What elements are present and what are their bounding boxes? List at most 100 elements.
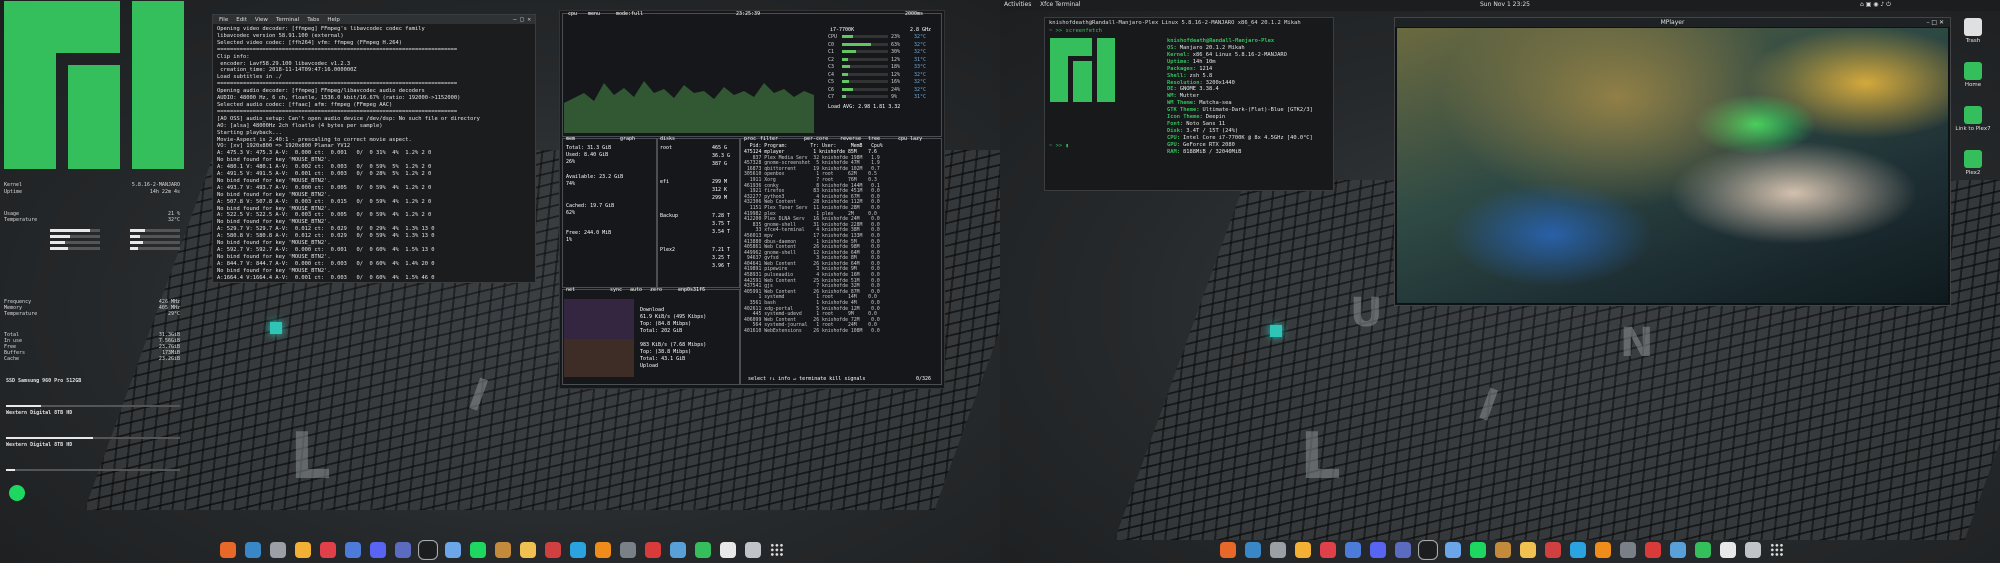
active-app-label[interactable]: Xfce Terminal bbox=[1040, 1, 1080, 8]
proc-cpu-lazy[interactable]: cpu lazy bbox=[898, 136, 922, 142]
dock-app-icon[interactable] bbox=[645, 542, 661, 558]
dock-app-icon[interactable] bbox=[1418, 540, 1438, 560]
desktop-icon[interactable]: Link to Plex7 bbox=[1953, 106, 1993, 132]
dock-app-icon[interactable] bbox=[720, 542, 736, 558]
dock-app-icon[interactable] bbox=[1745, 542, 1761, 558]
process-row[interactable]: 401610 WebExtensions 26 knishofde 108M 0… bbox=[744, 329, 880, 335]
process-row[interactable]: 475124 mplayer 1 knishofde 85M 7.6 bbox=[744, 150, 880, 156]
dock-app-icon[interactable] bbox=[1395, 542, 1411, 558]
dock-app-icon[interactable] bbox=[470, 542, 486, 558]
dock-app-icon[interactable] bbox=[695, 542, 711, 558]
dock-app-icon[interactable] bbox=[1595, 542, 1611, 558]
proc-filter[interactable]: filter bbox=[760, 136, 778, 142]
process-row[interactable]: 3561 bash 1 knishofde 4M 0.0 bbox=[744, 301, 880, 307]
process-row[interactable]: 1921 firefox 83 knishofde 451M 0.0 bbox=[744, 189, 880, 195]
dock-app-icon[interactable] bbox=[1670, 542, 1686, 558]
dock-app-icon[interactable] bbox=[1720, 542, 1736, 558]
desktop-icon[interactable]: Home bbox=[1953, 62, 1993, 88]
dock-app-icon[interactable] bbox=[1370, 542, 1386, 558]
mode-toggle[interactable]: mode:full bbox=[616, 11, 643, 17]
mplayer-terminal-window[interactable]: File Edit View Terminal Tabs Help Opening vid… bbox=[212, 14, 536, 283]
dock-app-icon[interactable] bbox=[1220, 542, 1236, 558]
process-row[interactable]: 456013 mpv 17 knishofde 133M 0.0 bbox=[744, 234, 880, 240]
proc-reverse[interactable]: reverse bbox=[840, 136, 861, 142]
dock-app-icon[interactable] bbox=[1520, 542, 1536, 558]
app-grid-icon[interactable] bbox=[770, 543, 784, 557]
dock-app-icon[interactable] bbox=[520, 542, 536, 558]
dock-app-icon[interactable] bbox=[220, 542, 236, 558]
process-row[interactable]: 445 systemd-udevd 1 root 9M 0.0 bbox=[744, 312, 880, 318]
dock-app-icon[interactable] bbox=[570, 542, 586, 558]
dock-app-icon[interactable] bbox=[1295, 542, 1311, 558]
menu-item-edit[interactable]: Edit bbox=[236, 17, 247, 23]
topbar-clock[interactable]: Sun Nov 1 23:25 bbox=[1480, 1, 1530, 8]
process-row[interactable]: 1151 Plex Tuner Serv 11 knishofde 28M 0.… bbox=[744, 206, 880, 212]
terminal-line: No bind found for key 'MOUSE_BTN2'. bbox=[217, 219, 331, 226]
dock-app-icon[interactable] bbox=[1495, 542, 1511, 558]
net-auto[interactable]: auto bbox=[630, 287, 642, 293]
dock-app-icon[interactable] bbox=[245, 542, 261, 558]
dock-app-icon[interactable] bbox=[345, 542, 361, 558]
spotify-icon[interactable] bbox=[9, 485, 25, 501]
dock-app-icon[interactable] bbox=[1445, 542, 1461, 558]
app-grid-icon[interactable] bbox=[1770, 543, 1784, 557]
dock-app-icon[interactable] bbox=[270, 542, 286, 558]
proc-tree[interactable]: tree bbox=[868, 136, 880, 142]
desktop-icon[interactable]: Trash bbox=[1953, 18, 1993, 44]
dock-app-icon[interactable] bbox=[1470, 542, 1486, 558]
dock-app-icon[interactable] bbox=[495, 542, 511, 558]
system-tray-icons[interactable]: ⌂ ▣ ◉ ♪ ⏻ bbox=[1860, 1, 1891, 9]
dock-app-icon[interactable] bbox=[320, 542, 336, 558]
dock-app-icon[interactable] bbox=[620, 542, 636, 558]
btop-window[interactable]: cpu menu mode:full 23:25:39 2000ms i7-77… bbox=[559, 10, 945, 389]
dock-app-icon[interactable] bbox=[545, 542, 561, 558]
dock-app-icon[interactable] bbox=[1645, 542, 1661, 558]
net-upload-rate: 983 KiB/s (7.68 Mibps) bbox=[640, 342, 707, 348]
window-controls[interactable]: – □ ✕ bbox=[1926, 18, 1944, 27]
dock-app-icon[interactable] bbox=[1695, 542, 1711, 558]
terminal-line: A: 493.7 V: 493.7 A-V: 0.000 ct: 0.005 0… bbox=[217, 184, 432, 191]
menu-button[interactable]: menu bbox=[588, 11, 600, 17]
dock-app-icon[interactable] bbox=[445, 542, 461, 558]
proc-footer[interactable]: select ↑↓ info ↵ terminate kill signals bbox=[748, 376, 865, 382]
terminal-prompt[interactable]: ~ >> ▮ bbox=[1049, 143, 1069, 149]
process-row[interactable]: 412200 Plex DLNA Serv 16 knishofde 24M 0… bbox=[744, 217, 880, 223]
desktop-icon-label: Link to Plex7 bbox=[1955, 126, 1991, 132]
mem-graph-toggle[interactable]: graph bbox=[620, 136, 635, 142]
proc-sort[interactable]: per-core bbox=[804, 136, 828, 142]
dock-app-icon[interactable] bbox=[1345, 542, 1361, 558]
net-zero[interactable]: zero bbox=[650, 287, 662, 293]
process-row[interactable]: 1911 Xorg 7 root 76M 0.3 bbox=[744, 178, 880, 184]
process-row[interactable]: 457328 gnome-screenshot 5 knishofde 47M … bbox=[744, 161, 880, 167]
screenfetch-terminal-window[interactable]: knishofdeath@Randall-Manjaro-Plex Linux … bbox=[1044, 17, 1334, 191]
dock-app-icon[interactable] bbox=[595, 542, 611, 558]
dock-app-icon[interactable] bbox=[745, 542, 761, 558]
desktop-icon[interactable]: Plex2 bbox=[1953, 150, 1993, 176]
dock-app-icon[interactable] bbox=[670, 542, 686, 558]
dock-app-icon[interactable] bbox=[1620, 542, 1636, 558]
menu-item-help[interactable]: Help bbox=[327, 17, 340, 23]
refresh-rate[interactable]: 2000ms bbox=[905, 11, 923, 17]
dock-app-icon[interactable] bbox=[295, 542, 311, 558]
dock-app-icon[interactable] bbox=[418, 540, 438, 560]
video-frame[interactable] bbox=[1397, 28, 1948, 303]
mplayer-window[interactable]: MPlayer – □ ✕ bbox=[1394, 17, 1951, 306]
menu-item-file[interactable]: File bbox=[219, 17, 228, 23]
net-interface[interactable]: enp0s31f6 bbox=[678, 287, 705, 293]
dock-app-icon[interactable] bbox=[1570, 542, 1586, 558]
dock-app-icon[interactable] bbox=[1320, 542, 1336, 558]
dock-app-icon[interactable] bbox=[395, 542, 411, 558]
dock-app-icon[interactable] bbox=[1270, 542, 1286, 558]
net-sync[interactable]: sync bbox=[610, 287, 622, 293]
menu-item-view[interactable]: View bbox=[255, 17, 268, 23]
screenfetch-value: 3200x1440 bbox=[1205, 79, 1235, 86]
menu-item-terminal[interactable]: Terminal bbox=[276, 17, 299, 23]
process-row[interactable]: 405861 Web Content 26 knishofde 98M 0.0 bbox=[744, 245, 880, 251]
dock-app-icon[interactable] bbox=[1245, 542, 1261, 558]
dock-app-icon[interactable] bbox=[370, 542, 386, 558]
activities-button[interactable]: Activities bbox=[1004, 1, 1031, 8]
menu-item-tabs[interactable]: Tabs bbox=[307, 17, 319, 23]
dock-app-icon[interactable] bbox=[1545, 542, 1561, 558]
process-row[interactable]: 458931 pulseaudio 4 knishofde 16M 0.0 bbox=[744, 273, 880, 279]
window-controls[interactable]: – □ ✕ bbox=[513, 16, 531, 23]
